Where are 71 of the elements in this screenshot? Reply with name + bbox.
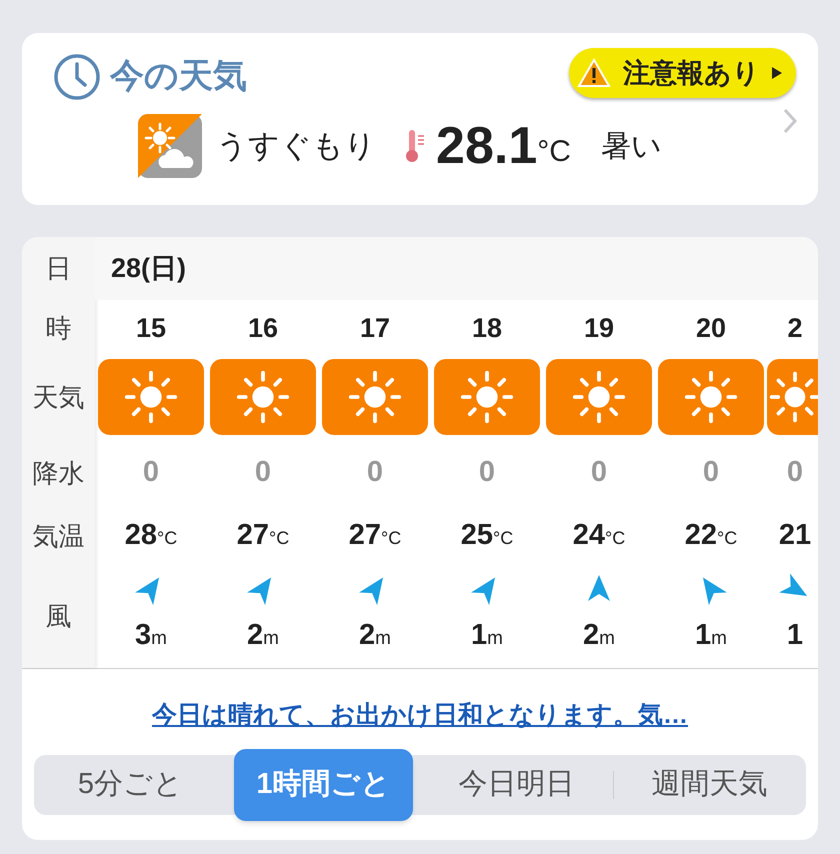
clock-icon bbox=[52, 52, 102, 102]
hour-label: 20 bbox=[696, 312, 726, 345]
sun-icon bbox=[234, 368, 292, 426]
view-tab[interactable]: 週間天気 bbox=[644, 754, 776, 814]
temp-value: 22 bbox=[684, 518, 718, 553]
sun-icon bbox=[682, 368, 740, 426]
row-label: 時 bbox=[46, 312, 72, 346]
sun-cloud-icon bbox=[138, 114, 202, 178]
wind-unit: m bbox=[487, 627, 503, 651]
view-tab[interactable]: 1時間ごと bbox=[234, 748, 413, 820]
wind-speed: 2 bbox=[359, 618, 376, 653]
wind-speed: 1 bbox=[786, 618, 804, 653]
wind-speed: 1 bbox=[695, 618, 712, 653]
temp-unit: °C bbox=[493, 527, 514, 550]
wind-unit: m bbox=[599, 627, 615, 651]
temp-value: 24 bbox=[572, 518, 606, 553]
section-title: 今の天気 bbox=[110, 56, 247, 97]
condition-text: うすぐもり bbox=[216, 126, 376, 165]
precip-value: 0 bbox=[142, 455, 160, 490]
date-label: 28(日) bbox=[111, 252, 186, 286]
hour-label: 17 bbox=[360, 312, 390, 345]
temp-unit: °C bbox=[381, 527, 402, 550]
sun-icon bbox=[570, 368, 628, 426]
row-label: 風 bbox=[46, 600, 72, 633]
view-tab[interactable]: 今日明日 bbox=[450, 754, 582, 814]
summary-link[interactable]: 今日は晴れて、お出かけ日和となります。気… bbox=[152, 697, 688, 734]
temp-unit: °C bbox=[269, 527, 290, 550]
hour-label: 15 bbox=[136, 312, 166, 345]
temp-value: 28 bbox=[124, 518, 158, 553]
wind-unit: m bbox=[711, 627, 727, 651]
precip-value: 0 bbox=[786, 455, 804, 490]
temp-value: 27 bbox=[236, 518, 270, 553]
precip-value: 0 bbox=[478, 455, 496, 490]
wind-unit: m bbox=[151, 627, 167, 651]
hour-label: 16 bbox=[248, 312, 278, 345]
alert-badge[interactable]: 注意報あり bbox=[569, 48, 796, 98]
current-weather-card[interactable]: 今の天気 注意報あり うすぐもり 28.1°C 暑い bbox=[22, 33, 818, 205]
hour-label: 18 bbox=[472, 312, 502, 345]
wind-speed: 1 bbox=[471, 618, 488, 653]
temp-unit: °C bbox=[717, 527, 738, 550]
temp-value: 21 bbox=[778, 518, 812, 553]
sun-icon bbox=[458, 368, 516, 426]
thermometer-icon bbox=[404, 128, 426, 164]
hour-label: 2 bbox=[787, 312, 803, 345]
precip-value: 0 bbox=[702, 455, 720, 490]
temp-unit: °C bbox=[605, 527, 626, 550]
feeling-text: 暑い bbox=[600, 128, 662, 164]
temp-value: 27 bbox=[348, 518, 382, 553]
sun-icon bbox=[346, 368, 404, 426]
row-label: 気温 bbox=[32, 520, 84, 553]
hour-label: 19 bbox=[584, 312, 614, 345]
row-label: 日 bbox=[46, 252, 72, 286]
chevron-icon bbox=[782, 107, 798, 135]
wind-unit: m bbox=[375, 627, 391, 651]
temperature-value: 28.1 bbox=[436, 120, 538, 172]
row-label: 降水 bbox=[32, 456, 84, 490]
row-label: 天気 bbox=[32, 381, 84, 414]
wind-speed: 2 bbox=[247, 618, 264, 653]
temperature-unit: °C bbox=[537, 134, 571, 170]
precip-value: 0 bbox=[254, 455, 272, 490]
wind-speed: 3 bbox=[135, 618, 152, 653]
triangle-icon bbox=[772, 67, 782, 79]
view-tab[interactable]: 5分ごと bbox=[70, 754, 192, 814]
precip-value: 0 bbox=[366, 455, 384, 490]
temp-value: 25 bbox=[460, 518, 494, 553]
warning-icon bbox=[577, 58, 611, 88]
temp-unit: °C bbox=[157, 527, 178, 550]
precip-value: 0 bbox=[590, 455, 608, 490]
sun-icon bbox=[122, 368, 180, 426]
wind-unit: m bbox=[263, 627, 279, 651]
wind-speed: 2 bbox=[583, 618, 600, 653]
